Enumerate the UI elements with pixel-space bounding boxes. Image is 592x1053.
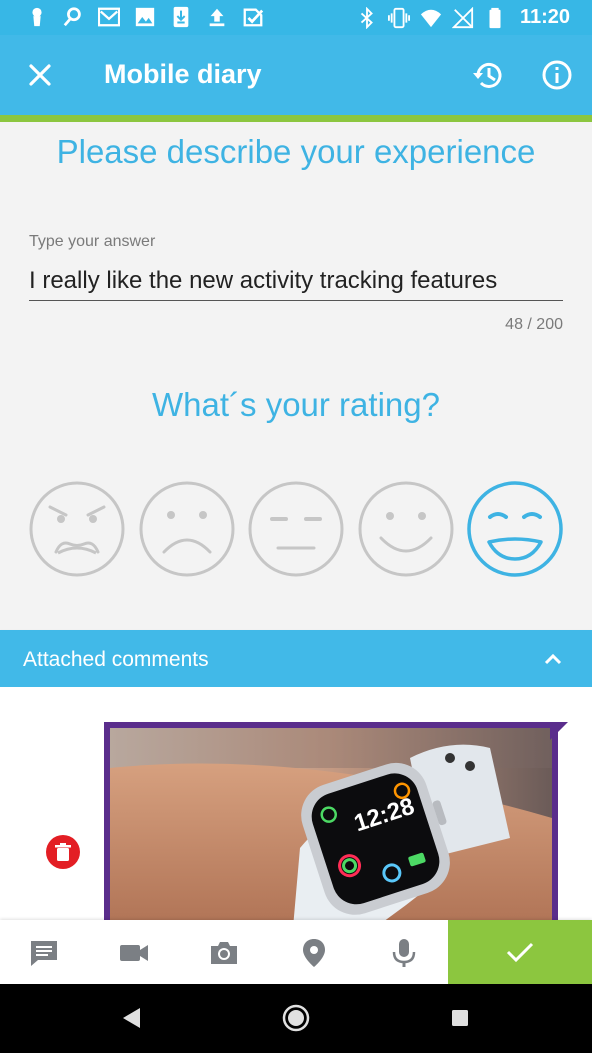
rating-very-angry-face-icon[interactable] [28, 480, 126, 578]
download-icon [173, 6, 189, 28]
history-icon[interactable] [470, 57, 506, 93]
bluetooth-icon [360, 6, 373, 29]
smartwatch-photo: 12:28 [110, 728, 552, 920]
no-signal-icon [451, 6, 474, 28]
attached-comments-header[interactable]: Attached comments [0, 630, 592, 687]
rating-faces [28, 480, 564, 580]
close-icon[interactable] [22, 57, 58, 93]
confirm-button[interactable] [448, 920, 592, 984]
trash-icon [55, 843, 71, 861]
system-nav-bar [0, 984, 592, 1053]
video-icon[interactable] [118, 937, 150, 969]
status-time: 11:20 [519, 6, 570, 28]
location-icon[interactable] [298, 937, 330, 969]
attachment-corner-decoration [550, 722, 568, 740]
chevron-up-icon[interactable] [542, 648, 564, 670]
image-icon [135, 7, 155, 27]
search-icon [63, 7, 81, 27]
comment-icon[interactable] [28, 937, 60, 969]
status-bar: 11:20 [0, 0, 592, 35]
vibrate-icon [387, 7, 410, 28]
answer-input[interactable] [29, 262, 563, 301]
rating-neutral-face-icon[interactable] [247, 480, 345, 578]
attachment-image: 12:28 [110, 728, 552, 920]
back-icon[interactable] [120, 1006, 142, 1030]
keyhole-icon [32, 7, 42, 27]
rating-happy-face-icon[interactable] [357, 480, 455, 578]
wifi-icon [420, 9, 442, 27]
attachment-image-frame[interactable]: 12:28 [104, 722, 558, 920]
rating-title: What´s your rating? [152, 386, 440, 423]
character-counter: 48 / 200 [505, 316, 563, 333]
page-title: Mobile diary [104, 59, 262, 89]
checkbox-icon [243, 8, 264, 27]
delete-attachment-button[interactable] [46, 835, 80, 869]
answer-field-label: Type your answer [29, 233, 156, 250]
home-icon[interactable] [282, 1004, 310, 1032]
question-title: Please describe your experience [56, 133, 536, 170]
rating-sad-face-icon[interactable] [138, 480, 236, 578]
upload-icon [209, 8, 225, 27]
camera-icon[interactable] [208, 937, 240, 969]
microphone-icon[interactable] [388, 937, 420, 969]
header-divider [0, 115, 592, 122]
comments-area: 12:28 [0, 687, 592, 920]
rating-very-happy-face-icon[interactable] [466, 480, 564, 578]
battery-icon [489, 7, 501, 28]
recents-icon[interactable] [451, 1009, 469, 1027]
info-icon[interactable] [539, 57, 575, 93]
app-bar: Mobile diary [0, 35, 592, 115]
attached-comments-label: Attached comments [23, 648, 209, 671]
checkmark-icon [506, 942, 534, 963]
mail-icon [98, 7, 120, 27]
bottom-toolbar [0, 920, 592, 984]
